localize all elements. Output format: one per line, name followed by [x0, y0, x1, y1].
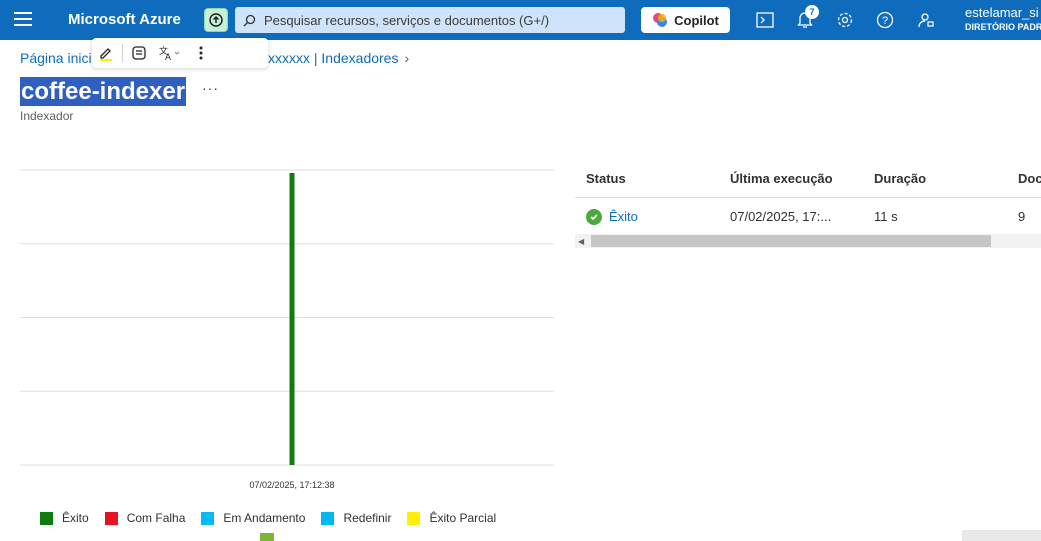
cloud-shell-icon[interactable] [755, 10, 775, 30]
upload-icon[interactable] [204, 8, 228, 32]
legend-item[interactable]: Êxito [40, 511, 89, 525]
legend-swatch [321, 511, 335, 525]
docs-cell: 9 [1018, 209, 1026, 224]
legend-swatch [104, 511, 118, 525]
copilot-label: Copilot [674, 12, 719, 28]
duration-cell: 11 s [874, 209, 898, 224]
menu-icon[interactable] [14, 12, 32, 28]
table-row[interactable]: Êxito 07/02/2025, 17:... 11 s 9 [575, 198, 1041, 236]
legend-swatch [407, 511, 421, 525]
legend-swatch [201, 511, 215, 525]
last-run-cell: 07/02/2025, 17:... [730, 209, 832, 224]
legend-label: Êxito [62, 511, 89, 525]
scrollbar-thumb[interactable] [591, 235, 991, 247]
user-name: estelamar_si [965, 5, 1039, 20]
status-cell[interactable]: Êxito [586, 208, 638, 225]
search-placeholder: Pesquisar recursos, serviços e documento… [264, 12, 550, 28]
bar-Êxito[interactable] [289, 173, 295, 465]
page-subtitle: Indexador [20, 109, 74, 123]
note-icon[interactable] [125, 39, 153, 67]
svg-text:?: ? [882, 15, 888, 27]
header-duration[interactable]: Duração [874, 171, 926, 186]
translate-icon[interactable]: 文A [153, 39, 187, 67]
legend-label: Redefinir [343, 511, 392, 525]
chevron-right-icon: › [404, 50, 410, 66]
directory-name: DIRETÓRIO PADR [965, 22, 1041, 32]
search-input[interactable]: Pesquisar recursos, serviços e documento… [235, 7, 625, 33]
panel-edge [962, 530, 1041, 541]
horizontal-scrollbar[interactable]: ◀ [575, 234, 1041, 248]
header-status[interactable]: Status [586, 171, 626, 186]
selection-toolbar: 文A [92, 38, 268, 68]
legend-label: Em Andamento [223, 511, 306, 525]
more-vertical-icon[interactable] [187, 39, 215, 67]
search-icon [243, 14, 256, 26]
scroll-left-icon[interactable]: ◀ [578, 237, 584, 246]
legend-item[interactable]: Redefinir [321, 511, 391, 525]
more-options-icon[interactable]: ··· [202, 80, 219, 96]
toolbar-divider [122, 44, 123, 62]
brand-title[interactable]: Microsoft Azure [68, 11, 181, 28]
header-last-run[interactable]: Última execução [730, 171, 833, 186]
settings-icon[interactable] [835, 10, 855, 30]
legend-label: Êxito Parcial [429, 511, 497, 525]
execution-history-chart: 07/02/2025, 17:12:38 [20, 169, 554, 490]
legend-item[interactable]: Com Falha [104, 511, 186, 525]
account-menu[interactable]: estelamar_si DIRETÓRIO PADR [965, 5, 1041, 33]
svg-text:A: A [165, 52, 171, 61]
legend-item[interactable]: Êxito Parcial [407, 511, 496, 525]
table-header: Status Última execução Duração Doc [575, 160, 1041, 198]
copilot-icon [653, 13, 668, 27]
breadcrumb-resource-label: xxxxxx | Indexadores [268, 50, 399, 66]
help-icon[interactable]: ? [875, 10, 895, 30]
legend-label: Com Falha [126, 511, 186, 525]
header-docs[interactable]: Doc [1018, 171, 1041, 186]
legend-item[interactable]: Em Andamento [201, 511, 305, 525]
highlight-icon[interactable] [92, 39, 120, 67]
copilot-button[interactable]: Copilot [641, 7, 730, 33]
breadcrumb-resource[interactable]: xxxxxx | Indexadores › [268, 50, 409, 66]
execution-table: Status Última execução Duração Doc Êxito… [575, 160, 1041, 236]
notifications-badge: 7 [805, 5, 819, 19]
page-title: coffee-indexer [20, 77, 187, 106]
breadcrumb-home[interactable]: Página inicia [20, 50, 99, 66]
chart-legend: Êxito Com Falha Em Andamento Redefinir Êxito… [40, 511, 512, 525]
x-tick-label: 07/02/2025, 17:12:38 [249, 480, 334, 490]
status-link[interactable]: Êxito [609, 209, 638, 224]
legend-swatch [40, 511, 53, 525]
success-icon [586, 208, 602, 225]
scroll-fragment [260, 533, 274, 541]
top-bar: Microsoft Azure Pesquisar recursos, serv… [0, 0, 1041, 40]
feedback-icon[interactable] [915, 10, 935, 30]
